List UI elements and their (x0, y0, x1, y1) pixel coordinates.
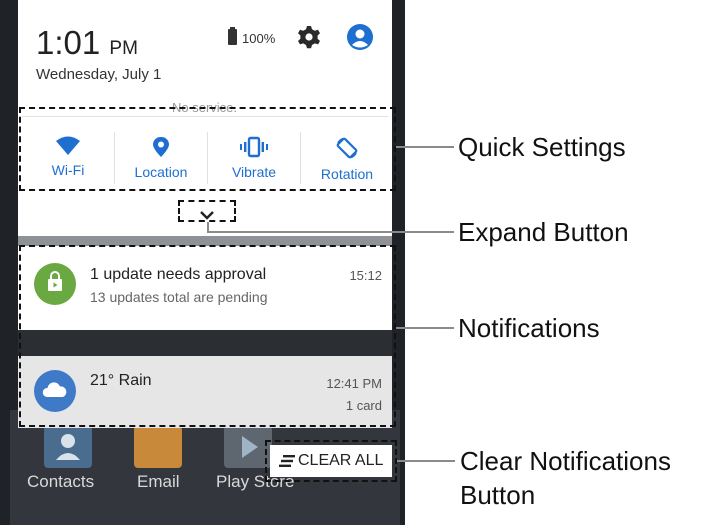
callout-clear-line1: Clear Notifications (460, 446, 671, 476)
callout-clear-line2: Button (460, 480, 536, 510)
contacts-icon[interactable] (44, 426, 92, 468)
app-label-contacts: Contacts (27, 472, 95, 491)
callout-leader (207, 231, 454, 233)
clock: 1:01 PM (36, 24, 138, 62)
expand-button-highlight (178, 200, 236, 222)
email-icon[interactable] (134, 426, 182, 468)
account-circle-icon[interactable] (346, 23, 374, 51)
clock-ampm: PM (109, 38, 138, 59)
callout-leader (396, 146, 454, 148)
battery-percent: 100% (242, 31, 276, 46)
callout-clear-notifications: Clear Notifications Button (460, 444, 671, 512)
callout-leader (397, 460, 455, 462)
notifications-highlight (19, 245, 396, 427)
battery-icon (228, 27, 237, 45)
quick-settings-highlight (19, 107, 396, 191)
date-label: Wednesday, July 1 (36, 66, 162, 83)
callout-leader (396, 327, 454, 329)
callout-quick-settings: Quick Settings (458, 132, 626, 162)
app-label-email: Email (137, 472, 180, 491)
gear-icon[interactable] (297, 25, 321, 49)
clock-time: 1:01 (36, 24, 101, 61)
clear-all-highlight (265, 440, 397, 482)
callout-expand-button: Expand Button (458, 217, 629, 247)
callout-notifications: Notifications (458, 313, 600, 343)
